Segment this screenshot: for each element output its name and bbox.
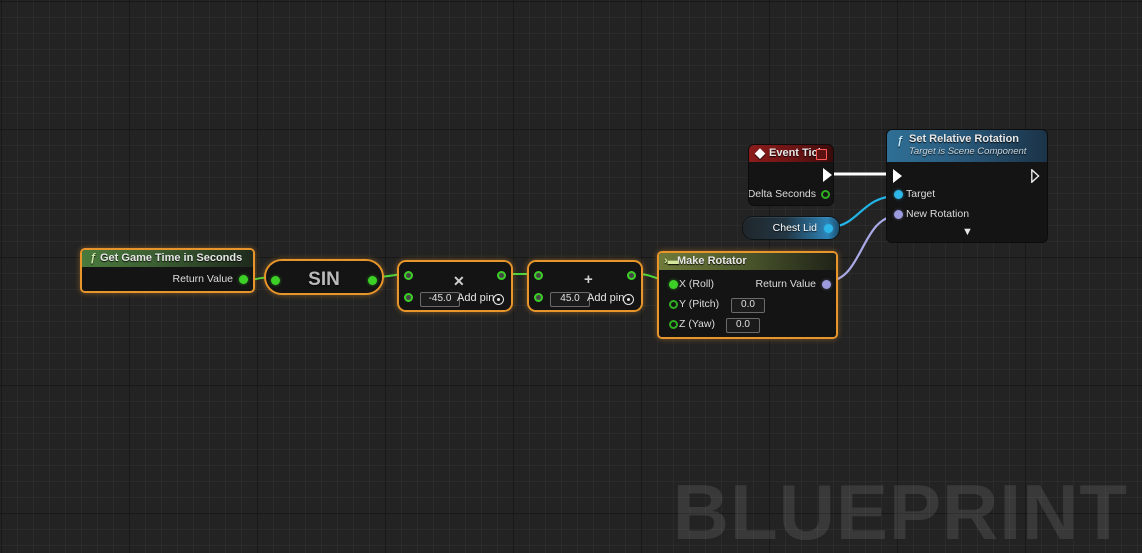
pin-row-z-yaw: Z (Yaw) 0.0 xyxy=(659,314,836,334)
pin-label: X (Roll) xyxy=(679,278,715,290)
output-pin-delta-seconds[interactable] xyxy=(821,189,830,199)
input-pin-add-a[interactable] xyxy=(534,271,543,280)
node-get-game-time-in-seconds[interactable]: ƒ Get Game Time in Seconds Return Value xyxy=(80,248,255,293)
input-pin-x-roll[interactable] xyxy=(669,279,678,289)
add-operator-icon: + xyxy=(584,271,593,288)
pin-label: Z (Yaw) xyxy=(679,318,715,330)
pin-row-new-rotation: New Rotation xyxy=(887,204,1047,224)
node-title: Chest Lid xyxy=(772,222,817,234)
pin-label: Delta Seconds xyxy=(749,188,816,200)
node-header: ƒ Get Game Time in Seconds xyxy=(82,250,253,267)
pin-row-delta-seconds: Delta Seconds xyxy=(749,184,833,204)
pin-label-return-value: Return Value xyxy=(755,278,816,290)
exec-out-row xyxy=(749,162,833,184)
blueprint-graph-canvas[interactable]: ƒ Get Game Time in Seconds Return Value … xyxy=(0,0,1142,553)
z-yaw-value-field[interactable]: 0.0 xyxy=(726,318,760,333)
node-multiply[interactable]: -45.0 ✕ Add pin xyxy=(397,260,513,312)
input-pin-new-rotation[interactable] xyxy=(894,209,903,219)
node-title: Set Relative Rotation xyxy=(909,133,1020,145)
exec-input-pin[interactable] xyxy=(893,169,902,183)
node-add[interactable]: 45.0 + Add pin xyxy=(527,260,643,312)
pin-label: Return Value xyxy=(172,273,233,285)
chevron-down-icon[interactable]: ▼ xyxy=(962,227,973,238)
node-make-rotator[interactable]: ›▬ Make Rotator X (Roll) Return Value Y … xyxy=(657,251,838,339)
pin-label: Target xyxy=(906,188,936,200)
add-value-field[interactable]: 45.0 xyxy=(550,292,590,307)
exec-row xyxy=(887,162,1047,184)
event-diamond-icon: ◆ xyxy=(755,145,765,160)
pin-row-x-roll: X (Roll) Return Value xyxy=(659,274,836,294)
pin-row-y-pitch: Y (Pitch) 0.0 xyxy=(659,294,836,314)
input-pin-add-b[interactable] xyxy=(534,293,543,302)
collapse-row[interactable]: ▼ xyxy=(887,224,1047,242)
input-pin-target[interactable] xyxy=(894,189,903,199)
add-pin-icon[interactable] xyxy=(493,294,504,305)
multiply-value-field[interactable]: -45.0 xyxy=(420,292,460,307)
output-pin-return-value[interactable] xyxy=(239,274,248,284)
output-pin-sin[interactable] xyxy=(368,276,377,285)
node-title: Make Rotator xyxy=(677,255,747,267)
function-f-icon: ƒ xyxy=(89,252,97,264)
output-pin-chest-lid[interactable] xyxy=(824,223,833,233)
add-pin-label[interactable]: Add pin xyxy=(587,292,624,304)
node-header: ƒ Set Relative Rotation Target is Scene … xyxy=(887,130,1047,162)
input-pin-multiply-a[interactable] xyxy=(404,271,413,280)
blueprint-watermark: BLUEPRINT xyxy=(672,468,1128,553)
exec-output-pin[interactable] xyxy=(823,168,832,182)
node-header: ›▬ Make Rotator xyxy=(659,253,836,270)
node-set-relative-rotation[interactable]: ƒ Set Relative Rotation Target is Scene … xyxy=(886,129,1048,243)
add-pin-label[interactable]: Add pin xyxy=(457,292,494,304)
make-struct-icon: ›▬ xyxy=(664,255,679,267)
output-pin-multiply[interactable] xyxy=(497,271,506,280)
pin-label: Y (Pitch) xyxy=(679,298,720,310)
node-event-tick[interactable]: ◆ Event Tick Delta Seconds xyxy=(748,144,834,206)
pin-label: New Rotation xyxy=(906,208,970,220)
node-sin[interactable]: SIN xyxy=(264,259,384,295)
multiply-operator-icon: ✕ xyxy=(453,273,465,289)
add-pin-icon[interactable] xyxy=(623,294,634,305)
input-pin-y-pitch[interactable] xyxy=(669,299,678,309)
exec-output-pin[interactable] xyxy=(1031,169,1040,183)
node-chest-lid-variable[interactable]: Chest Lid xyxy=(742,216,840,240)
y-pitch-value-field[interactable]: 0.0 xyxy=(731,298,765,313)
output-pin-return-value[interactable] xyxy=(822,279,831,289)
node-title: SIN xyxy=(308,269,340,290)
output-pin-add[interactable] xyxy=(627,271,636,280)
stop-square-icon[interactable] xyxy=(816,149,827,160)
node-title: Get Game Time in Seconds xyxy=(100,252,243,264)
input-pin-multiply-b[interactable] xyxy=(404,293,413,302)
function-f-icon: ƒ xyxy=(896,135,904,147)
input-pin-z-yaw[interactable] xyxy=(669,319,678,329)
node-subtitle: Target is Scene Component xyxy=(909,146,1027,157)
pin-row-return-value: Return Value xyxy=(82,267,253,291)
node-header: ◆ Event Tick xyxy=(749,145,833,162)
pin-row-target: Target xyxy=(887,184,1047,204)
